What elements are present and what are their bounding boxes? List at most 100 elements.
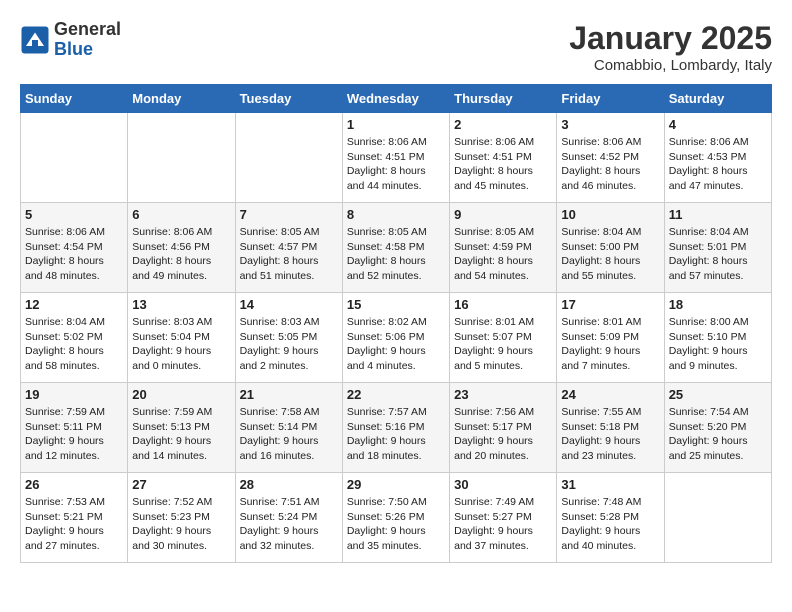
day-number: 16 [454,297,552,312]
calendar-day-cell [235,113,342,203]
day-number: 25 [669,387,767,402]
logo-blue: Blue [54,39,93,59]
day-info: Sunrise: 7:58 AM Sunset: 5:14 PM Dayligh… [240,405,338,464]
day-number: 31 [561,477,659,492]
calendar-day-cell: 4 Sunrise: 8:06 AM Sunset: 4:53 PM Daylig… [664,113,771,203]
calendar-week-row: 12 Sunrise: 8:04 AM Sunset: 5:02 PM Dayli… [21,293,772,383]
day-number: 2 [454,117,552,132]
calendar-day-cell: 2Sunrise: 8:06 AM Sunset: 4:51 PM Daylig… [450,113,557,203]
day-info: Sunrise: 8:02 AM Sunset: 5:06 PM Dayligh… [347,315,445,374]
day-number: 4 [669,117,767,132]
day-number: 13 [132,297,230,312]
day-info: Sunrise: 8:06 AM Sunset: 4:56 PM Dayligh… [132,225,230,284]
day-number: 23 [454,387,552,402]
calendar-day-cell: 27 Sunrise: 7:52 AM Sunset: 5:23 PM Dayli… [128,473,235,563]
day-info: Sunrise: 7:50 AM Sunset: 5:26 PM Dayligh… [347,495,445,554]
day-number: 30 [454,477,552,492]
day-info: Sunrise: 8:03 AM Sunset: 5:05 PM Dayligh… [240,315,338,374]
title-block: January 2025 Comabbio, Lombardy, Italy [569,20,772,74]
calendar-day-cell: 22 Sunrise: 7:57 AM Sunset: 5:16 PM Dayli… [342,383,449,473]
weekday-header: Sunday [21,85,128,113]
location-subtitle: Comabbio, Lombardy, Italy [569,57,772,74]
weekday-header: Tuesday [235,85,342,113]
day-info: Sunrise: 8:03 AM Sunset: 5:04 PM Dayligh… [132,315,230,374]
calendar-day-cell: 7 Sunrise: 8:05 AM Sunset: 4:57 PM Daylig… [235,203,342,293]
day-number: 3 [561,117,659,132]
day-info: Sunrise: 7:54 AM Sunset: 5:20 PM Dayligh… [669,405,767,464]
calendar-day-cell: 15 Sunrise: 8:02 AM Sunset: 5:06 PM Dayli… [342,293,449,383]
day-number: 18 [669,297,767,312]
logo: General Blue [20,20,121,60]
day-number: 20 [132,387,230,402]
day-info: Sunrise: 8:01 AM Sunset: 5:07 PM Dayligh… [454,315,552,374]
day-info: Sunrise: 8:00 AM Sunset: 5:10 PM Dayligh… [669,315,767,374]
day-number: 29 [347,477,445,492]
calendar-day-cell [21,113,128,203]
weekday-header: Wednesday [342,85,449,113]
calendar-day-cell: 13 Sunrise: 8:03 AM Sunset: 5:04 PM Dayli… [128,293,235,383]
calendar-week-row: 1Sunrise: 8:06 AM Sunset: 4:51 PM Daylig… [21,113,772,203]
day-number: 15 [347,297,445,312]
calendar-header-row: SundayMondayTuesdayWednesdayThursdayFrid… [21,85,772,113]
day-info: Sunrise: 7:52 AM Sunset: 5:23 PM Dayligh… [132,495,230,554]
calendar-day-cell: 8 Sunrise: 8:05 AM Sunset: 4:58 PM Daylig… [342,203,449,293]
calendar-day-cell: 12 Sunrise: 8:04 AM Sunset: 5:02 PM Dayli… [21,293,128,383]
calendar-week-row: 5Sunrise: 8:06 AM Sunset: 4:54 PM Daylig… [21,203,772,293]
day-info: Sunrise: 8:05 AM Sunset: 4:58 PM Dayligh… [347,225,445,284]
day-number: 17 [561,297,659,312]
calendar-table: SundayMondayTuesdayWednesdayThursdayFrid… [20,84,772,563]
day-number: 8 [347,207,445,222]
day-number: 11 [669,207,767,222]
calendar-day-cell: 20 Sunrise: 7:59 AM Sunset: 5:13 PM Dayli… [128,383,235,473]
day-info: Sunrise: 8:06 AM Sunset: 4:51 PM Dayligh… [347,135,445,194]
calendar-day-cell: 17Sunrise: 8:01 AM Sunset: 5:09 PM Dayli… [557,293,664,383]
calendar-day-cell [128,113,235,203]
calendar-day-cell: 26 Sunrise: 7:53 AM Sunset: 5:21 PM Dayli… [21,473,128,563]
day-number: 27 [132,477,230,492]
day-number: 26 [25,477,123,492]
day-info: Sunrise: 7:59 AM Sunset: 5:11 PM Dayligh… [25,405,123,464]
day-info: Sunrise: 7:48 AM Sunset: 5:28 PM Dayligh… [561,495,659,554]
day-number: 12 [25,297,123,312]
calendar-day-cell: 25 Sunrise: 7:54 AM Sunset: 5:20 PM Dayli… [664,383,771,473]
logo-icon [20,25,50,55]
day-info: Sunrise: 8:04 AM Sunset: 5:00 PM Dayligh… [561,225,659,284]
weekday-header: Saturday [664,85,771,113]
day-info: Sunrise: 7:51 AM Sunset: 5:24 PM Dayligh… [240,495,338,554]
weekday-header: Thursday [450,85,557,113]
day-number: 6 [132,207,230,222]
logo-text: General Blue [54,20,121,60]
calendar-day-cell: 5Sunrise: 8:06 AM Sunset: 4:54 PM Daylig… [21,203,128,293]
calendar-day-cell: 19 Sunrise: 7:59 AM Sunset: 5:11 PM Dayli… [21,383,128,473]
day-number: 9 [454,207,552,222]
day-number: 21 [240,387,338,402]
weekday-header: Monday [128,85,235,113]
calendar-day-cell [664,473,771,563]
day-number: 24 [561,387,659,402]
day-info: Sunrise: 7:59 AM Sunset: 5:13 PM Dayligh… [132,405,230,464]
calendar-day-cell: 16 Sunrise: 8:01 AM Sunset: 5:07 PM Dayli… [450,293,557,383]
day-info: Sunrise: 7:57 AM Sunset: 5:16 PM Dayligh… [347,405,445,464]
day-number: 22 [347,387,445,402]
day-info: Sunrise: 7:53 AM Sunset: 5:21 PM Dayligh… [25,495,123,554]
calendar-day-cell: 30 Sunrise: 7:49 AM Sunset: 5:27 PM Dayli… [450,473,557,563]
page-header: General Blue January 2025 Comabbio, Lomb… [20,20,772,74]
day-info: Sunrise: 8:04 AM Sunset: 5:01 PM Dayligh… [669,225,767,284]
calendar-day-cell: 14 Sunrise: 8:03 AM Sunset: 5:05 PM Dayli… [235,293,342,383]
calendar-day-cell: 6 Sunrise: 8:06 AM Sunset: 4:56 PM Daylig… [128,203,235,293]
day-number: 10 [561,207,659,222]
day-number: 19 [25,387,123,402]
day-number: 14 [240,297,338,312]
day-number: 7 [240,207,338,222]
calendar-day-cell: 21 Sunrise: 7:58 AM Sunset: 5:14 PM Dayli… [235,383,342,473]
day-info: Sunrise: 8:06 AM Sunset: 4:53 PM Dayligh… [669,135,767,194]
month-title: January 2025 [569,20,772,57]
calendar-week-row: 26 Sunrise: 7:53 AM Sunset: 5:21 PM Dayli… [21,473,772,563]
calendar-day-cell: 23Sunrise: 7:56 AM Sunset: 5:17 PM Dayli… [450,383,557,473]
day-info: Sunrise: 8:05 AM Sunset: 4:59 PM Dayligh… [454,225,552,284]
day-info: Sunrise: 8:04 AM Sunset: 5:02 PM Dayligh… [25,315,123,374]
day-info: Sunrise: 8:05 AM Sunset: 4:57 PM Dayligh… [240,225,338,284]
day-info: Sunrise: 7:49 AM Sunset: 5:27 PM Dayligh… [454,495,552,554]
calendar-week-row: 19 Sunrise: 7:59 AM Sunset: 5:11 PM Dayli… [21,383,772,473]
calendar-day-cell: 29 Sunrise: 7:50 AM Sunset: 5:26 PM Dayli… [342,473,449,563]
